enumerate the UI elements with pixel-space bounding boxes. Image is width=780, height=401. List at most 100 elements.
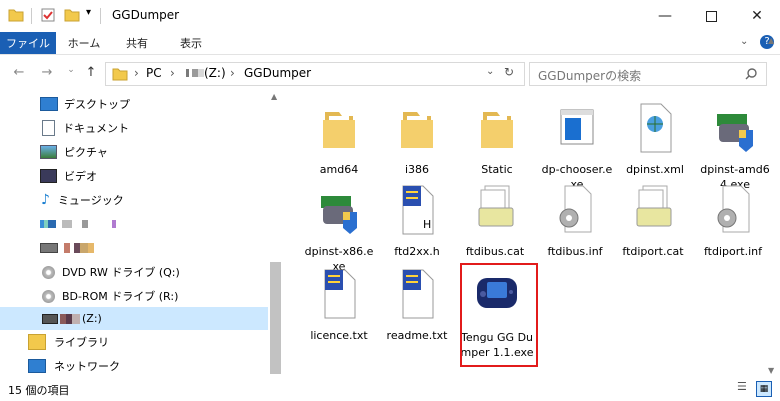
sidebar-item-documents[interactable]: ドキュメント [0, 116, 268, 140]
back-arrow-icon: ← [13, 65, 25, 80]
drive-name-redacted [62, 220, 116, 228]
file-name: ftdiport.cat [622, 245, 684, 258]
sidebar-item-videos[interactable]: ビデオ [0, 164, 268, 188]
up-arrow-icon: ↑ [85, 65, 97, 80]
tab-home[interactable]: ホーム [60, 32, 108, 54]
sidebar-item-desktop[interactable]: デスクトップ [0, 92, 268, 116]
sidebar-item-label: ピクチャ [64, 146, 108, 159]
library-icon [28, 334, 46, 350]
breadcrumb-drive[interactable]: (Z:) [204, 66, 226, 80]
bd-drive-icon [42, 289, 55, 303]
file-name: Static [481, 163, 513, 176]
tab-share[interactable]: 共有 [114, 32, 160, 54]
file-item[interactable]: Static [460, 100, 534, 177]
back-button[interactable]: ← [10, 65, 28, 81]
details-view-icon[interactable]: ☰ [737, 380, 747, 393]
network-drive-icon [42, 313, 58, 324]
status-bar: 15 個の項目 ☰ ▦ [0, 377, 780, 401]
close-button[interactable]: ✕ [734, 0, 780, 32]
ribbon-tabs: ファイル ホーム 共有 表示 ⌄ ? [0, 32, 780, 55]
sidebar-item-label: ライブラリ [54, 336, 109, 349]
music-icon: ♪ [41, 192, 50, 208]
content-scrollbar[interactable]: ▲ ▼ [764, 36, 780, 377]
sidebar-item-dvd-drive[interactable]: DVD RW ドライブ (Q:) [0, 260, 268, 284]
file-item[interactable]: dpinst-amd64.exe [698, 100, 772, 192]
minimize-button[interactable]: — [642, 0, 688, 32]
breadcrumb-current[interactable]: GGDumper [244, 66, 311, 80]
close-icon: ✕ [751, 8, 763, 24]
file-name: ftdiport.inf [704, 245, 762, 258]
sidebar-item-bd-drive[interactable]: BD-ROM ドライブ (R:) [0, 284, 268, 308]
sidebar-item-network[interactable]: ネットワーク [0, 354, 268, 378]
search-box[interactable]: GGDumperの検索 [529, 62, 767, 86]
pictures-icon [40, 145, 57, 159]
file-name: amd64 [319, 163, 359, 176]
scroll-up-icon[interactable]: ▲ [768, 36, 774, 45]
file-item[interactable]: dpinst-x86.exe [302, 182, 376, 274]
file-name: readme.txt [386, 329, 448, 342]
breadcrumb-separator: › [134, 66, 139, 80]
breadcrumb-pc[interactable]: PC [146, 66, 162, 80]
tab-view[interactable]: 表示 [166, 32, 216, 54]
scroll-down-icon[interactable]: ▼ [768, 366, 774, 375]
inf-file-icon [559, 185, 592, 233]
file-item[interactable]: readme.txt [380, 266, 454, 343]
properties-icon[interactable] [40, 7, 56, 23]
highlight-box [460, 263, 538, 367]
sidebar-item-label: デスクトップ [64, 98, 130, 111]
file-item[interactable]: H ftd2xx.h [380, 182, 454, 259]
network-icon [28, 359, 46, 373]
drive-name-redacted [186, 69, 204, 77]
installer-icon [717, 114, 753, 152]
item-count: 15 個の項目 [8, 384, 70, 397]
sidebar-item-drive-2[interactable] [0, 236, 268, 260]
file-item[interactable]: dp-chooser.exe [540, 100, 614, 192]
navigation-pane: デスクトップ ドキュメント ピクチャ ビデオ ♪ ミュージック DVD RW ド… [0, 92, 283, 377]
file-name: licence.txt [310, 329, 368, 342]
sidebar-item-music[interactable]: ♪ ミュージック [0, 188, 268, 212]
refresh-icon[interactable]: ↻ [504, 65, 514, 79]
header-file-icon: H [402, 185, 434, 235]
sidebar-item-label: BD-ROM ドライブ (R:) [62, 290, 179, 303]
file-item[interactable]: licence.txt [302, 266, 376, 343]
videos-icon [40, 169, 57, 183]
scrollbar-thumb[interactable] [270, 262, 281, 374]
sidebar-item-label: DVD RW ドライブ (Q:) [62, 266, 180, 279]
svg-text:H: H [423, 218, 431, 231]
sidebar-item-label: (Z:) [82, 312, 102, 325]
quick-access-dropdown-icon[interactable]: ▾ [86, 7, 91, 18]
up-button[interactable]: ↑ [82, 65, 100, 81]
file-item[interactable]: ftdiport.cat [616, 182, 690, 259]
sidebar-item-network-drive[interactable]: (Z:) [0, 307, 268, 330]
file-name: ftd2xx.h [394, 245, 440, 258]
sidebar-item-libraries[interactable]: ライブラリ [0, 330, 268, 354]
search-input[interactable]: GGDumperの検索 [538, 67, 641, 84]
file-item[interactable]: i386 [380, 100, 454, 177]
forward-button[interactable]: → [38, 65, 56, 81]
maximize-button[interactable] [688, 0, 734, 32]
sidebar-item-drive-1[interactable] [0, 212, 268, 236]
drive-icon [40, 243, 58, 253]
sidebar-item-pictures[interactable]: ピクチャ [0, 140, 268, 164]
app-window-icon [560, 109, 594, 145]
breadcrumb-separator: › [170, 66, 175, 80]
new-folder-icon[interactable] [64, 8, 80, 22]
address-bar[interactable]: › PC › (Z:) › GGDumper ⌄ ↻ [105, 62, 525, 86]
documents-icon [42, 120, 55, 136]
divider [100, 8, 101, 24]
file-item[interactable]: ftdibus.cat [458, 182, 532, 259]
file-item[interactable]: amd64 [302, 100, 376, 177]
tab-file[interactable]: ファイル [0, 32, 56, 54]
divider [31, 8, 32, 24]
file-item[interactable]: ftdibus.inf [538, 182, 612, 259]
maximize-icon [705, 10, 717, 22]
installer-icon [321, 196, 357, 234]
file-item[interactable]: ftdiport.inf [696, 182, 770, 259]
expand-ribbon-icon[interactable]: ⌄ [740, 36, 748, 47]
scroll-up-icon[interactable]: ▲ [271, 92, 277, 101]
recent-locations-button[interactable]: ⌄ [62, 65, 80, 81]
file-item[interactable]: dpinst.xml [618, 100, 692, 177]
large-icons-view-icon[interactable]: ▦ [756, 381, 772, 397]
address-history-icon[interactable]: ⌄ [486, 66, 494, 77]
file-name: ftdibus.cat [465, 245, 525, 258]
